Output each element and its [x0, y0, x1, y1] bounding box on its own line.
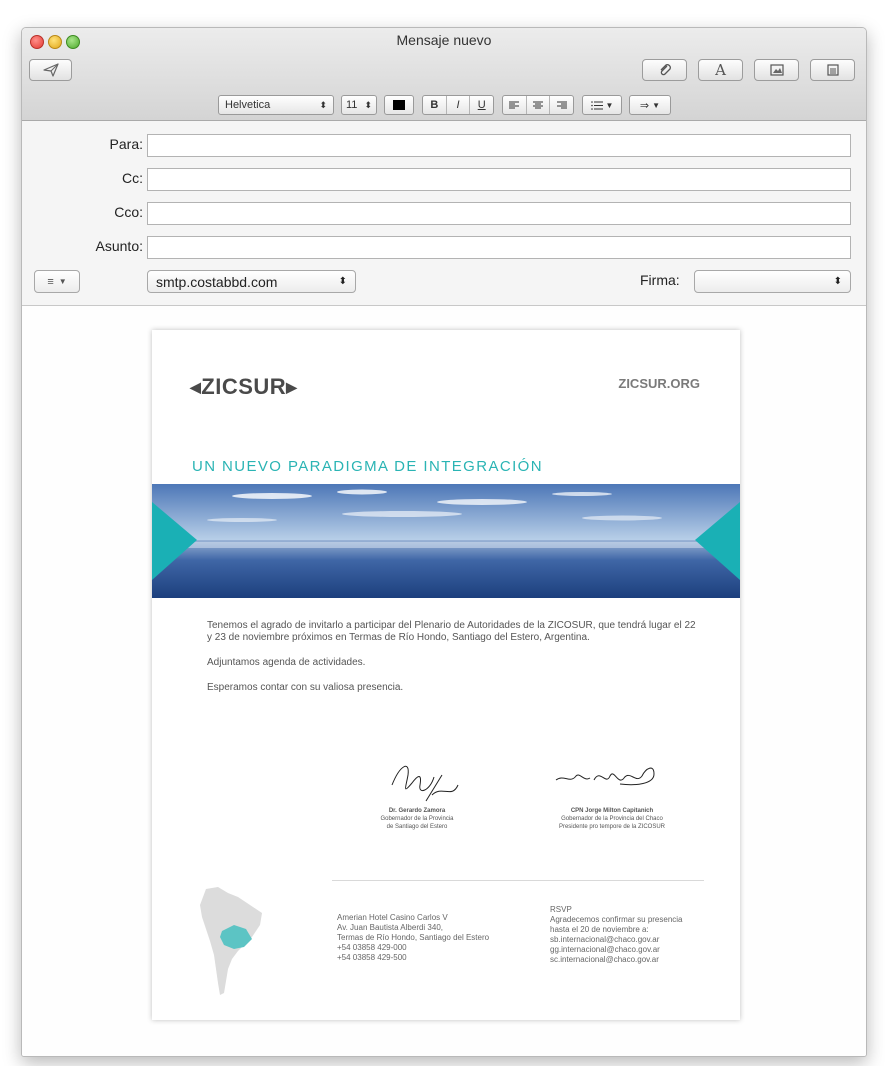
fonts-icon: A — [715, 61, 726, 79]
rsvp-email-link[interactable]: sb.internacional@chaco.gov.ar — [550, 935, 683, 945]
format-bar: Helvetica ⬍ 11 ⬍ B I U ▼ ⇒ ▼ — [22, 95, 866, 117]
subject-label: Asunto: — [95, 238, 143, 254]
cc-field[interactable] — [147, 168, 851, 191]
rsvp-email-link[interactable]: gg.internacional@chaco.gov.ar — [550, 945, 683, 955]
align-center-icon — [533, 101, 543, 108]
chevron-down-icon: ▼ — [652, 100, 661, 110]
ocean-banner-image — [152, 484, 740, 598]
rsvp-block: RSVP Agradecemos confirmar su presencia … — [550, 905, 683, 965]
mail-compose-window: Mensaje nuevo A Helvetica ⬍ 11 ⬍ B I U ▼… — [21, 27, 867, 1057]
attach-button[interactable] — [642, 59, 687, 81]
color-swatch-icon — [393, 100, 405, 110]
signatory-name: CPN Jorge Milton Capitanich — [570, 808, 654, 814]
to-field[interactable] — [147, 134, 851, 157]
font-size-select[interactable]: 11 ⬍ — [341, 95, 377, 115]
signatory-role: Gobernador de la Provincia — [380, 816, 454, 822]
attachment-note: Adjuntamos agenda de actividades. — [207, 657, 366, 668]
stationery-button[interactable] — [810, 59, 855, 81]
font-family-value: Helvetica — [225, 99, 271, 111]
text-style-group: B I U — [422, 95, 494, 115]
chevron-down-icon: ▼ — [605, 100, 614, 110]
list-icon — [590, 100, 603, 110]
cc-label: Cc: — [122, 170, 143, 186]
rsvp-line: hasta el 20 de noviembre a: — [550, 925, 649, 934]
chevron-down-icon: ▼ — [58, 277, 67, 286]
send-button[interactable] — [29, 59, 72, 81]
closing-line: Esperamos contar con su valiosa presenci… — [207, 682, 404, 693]
footer-divider — [332, 880, 704, 881]
signature-zamora-image — [391, 765, 459, 802]
text-color-button[interactable] — [384, 95, 414, 115]
phone-line: +54 03858 429-000 — [337, 943, 407, 952]
signature-block-zamora: Dr. Gerardo Zamora Gobernador de la Prov… — [352, 807, 482, 831]
window-title: Mensaje nuevo — [396, 32, 492, 48]
stationery-icon — [826, 64, 839, 76]
align-right-icon — [556, 101, 567, 108]
chevron-up-down-icon: ⬍ — [833, 276, 842, 287]
rsvp-title: RSVP — [550, 905, 572, 914]
font-size-value: 11 — [346, 99, 358, 111]
bold-button[interactable]: B — [423, 96, 447, 114]
rsvp-line: Agradecemos confirmar su presencia — [550, 915, 683, 924]
align-center-button[interactable] — [527, 96, 551, 114]
address-line: Av. Juan Bautista Alberdi 340, — [337, 923, 443, 932]
account-value: smtp.costabbd.com — [156, 273, 278, 290]
menu-lines-icon: ≡ — [47, 275, 54, 288]
alignment-group — [502, 95, 574, 115]
signature-block-capitanich: CPN Jorge Milton Capitanich Gobernador d… — [532, 807, 692, 831]
photo-browser-icon — [769, 64, 784, 76]
message-body[interactable]: ◀ZICSUR▶ ZICSUR.ORG UN NUEVO PARADIGMA D… — [22, 306, 866, 1056]
bcc-field[interactable] — [147, 202, 851, 225]
phone-line: +54 03858 429-500 — [337, 953, 407, 962]
bcc-label: Cco: — [114, 204, 143, 220]
chevron-left-icon: ◀ — [190, 379, 202, 395]
align-left-icon — [509, 101, 520, 108]
rsvp-email-link[interactable]: sc.internacional@chaco.gov.ar — [550, 955, 683, 965]
chevron-right-icon: ▶ — [286, 379, 298, 395]
header-fields-menu[interactable]: ≡ ▼ — [34, 270, 80, 293]
title-bar: Mensaje nuevo A Helvetica ⬍ 11 ⬍ B I U ▼… — [22, 28, 866, 121]
send-icon — [42, 63, 59, 77]
signature-select[interactable]: ⬍ — [694, 270, 851, 293]
signatory-role: Gobernador de la Provincia del Chaco — [561, 816, 663, 822]
chevron-up-down-icon: ⬍ — [319, 99, 327, 110]
address-line: Amerian Hotel Casino Carlos V — [337, 913, 448, 922]
chevron-up-down-icon: ⬍ — [364, 99, 372, 110]
email-invitation-card: ◀ZICSUR▶ ZICSUR.ORG UN NUEVO PARADIGMA D… — [152, 330, 740, 1020]
venue-address: Amerian Hotel Casino Carlos V Av. Juan B… — [337, 913, 489, 963]
address-line: Termas de Río Hondo, Santiago del Estero — [337, 933, 490, 942]
list-button[interactable]: ▼ — [582, 95, 622, 115]
signatory-role: Presidente pro tempore de la ZICOSUR — [558, 824, 666, 830]
signature-capitanich-image — [555, 767, 655, 786]
logo-text: ZICSUR — [201, 374, 287, 399]
account-select[interactable]: smtp.costabbd.com ⬍ — [147, 270, 356, 293]
invitation-paragraph: Tenemos el agrado de invitarlo a partici… — [207, 620, 696, 643]
message-header: Para: Cc: Cco: Asunto: ≡ ▼ smtp.costabbd… — [22, 121, 866, 306]
headline: UN NUEVO PARADIGMA DE INTEGRACIÓN — [192, 458, 543, 475]
indent-button[interactable]: ⇒ ▼ — [629, 95, 671, 115]
south-america-map-image — [200, 887, 262, 995]
chevron-up-down-icon: ⬍ — [338, 276, 347, 287]
italic-button[interactable]: I — [447, 96, 471, 114]
align-left-button[interactable] — [503, 96, 527, 114]
underline-button[interactable]: U — [470, 96, 493, 114]
fonts-button[interactable]: A — [698, 59, 743, 81]
signatory-role: de Santiago del Estero — [386, 824, 448, 830]
to-label: Para: — [109, 136, 143, 152]
indent-arrow-icon: ⇒ — [639, 99, 650, 112]
invitation-text: Tenemos el agrado de invitarlo a partici… — [207, 620, 697, 707]
subject-field[interactable] — [147, 236, 851, 259]
zicsur-logo: ◀ZICSUR▶ — [190, 374, 297, 400]
signatory-name: Dr. Gerardo Zamora — [388, 808, 446, 814]
signature-label: Firma: — [640, 272, 680, 288]
site-link[interactable]: ZICSUR.ORG — [618, 376, 700, 391]
align-right-button[interactable] — [550, 96, 573, 114]
font-family-select[interactable]: Helvetica ⬍ — [218, 95, 334, 115]
paperclip-icon — [660, 64, 671, 76]
photo-browser-button[interactable] — [754, 59, 799, 81]
